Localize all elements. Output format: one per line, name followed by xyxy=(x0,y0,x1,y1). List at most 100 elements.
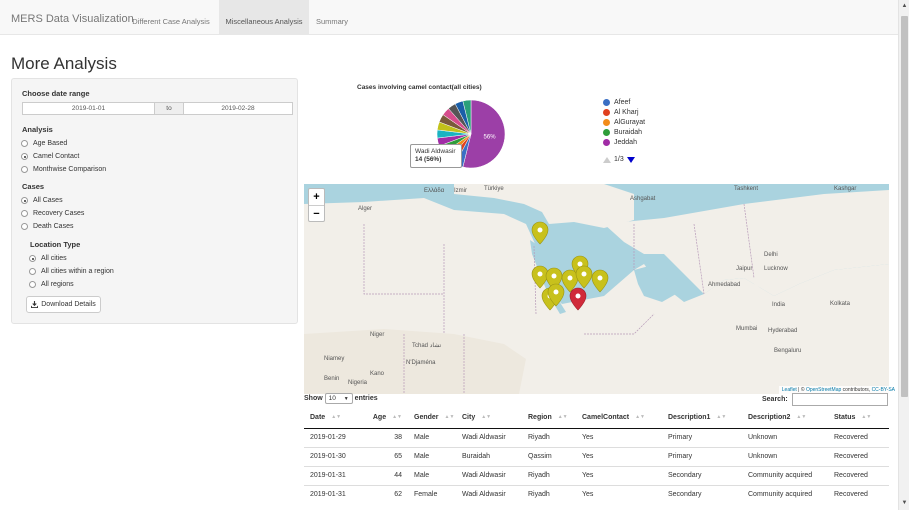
zoom-in-button[interactable]: + xyxy=(309,189,324,205)
legend-item[interactable]: Buraidah xyxy=(603,128,642,137)
date-separator: to xyxy=(155,102,183,115)
page-size-select[interactable]: 10 ▼ xyxy=(324,393,353,404)
table-row[interactable]: 2019-01-31 44 Male Wadi Aldwasir Riyadh … xyxy=(304,465,889,485)
sort-icon[interactable]: ▲▼ xyxy=(558,414,568,420)
marker-red[interactable] xyxy=(569,287,587,311)
col-header-description1[interactable]: Description1 ▲▼ xyxy=(662,408,742,429)
legend-prev-icon[interactable] xyxy=(603,156,611,163)
cell-date: 2019-01-30 xyxy=(304,446,368,466)
cell-status: Recovered xyxy=(828,465,889,485)
date-to-input[interactable]: 2019-02-28 xyxy=(183,102,293,115)
radio-label: Camel Contact xyxy=(33,153,80,160)
legend-item[interactable]: AlGurayat xyxy=(603,118,645,127)
legend-item[interactable]: Al Kharj xyxy=(603,108,639,117)
sort-icon[interactable]: ▲▼ xyxy=(481,414,491,420)
page-size-value: 10 xyxy=(328,395,336,402)
page-title: More Analysis xyxy=(11,54,117,73)
legend-item[interactable]: Jeddah xyxy=(603,138,637,147)
col-header-gender[interactable]: Gender ▲▼ xyxy=(408,408,456,429)
cell-region: Riyadh xyxy=(522,484,576,504)
radio-label: Age Based xyxy=(33,140,68,147)
col-header-region[interactable]: Region ▲▼ xyxy=(522,408,576,429)
col-header-description2[interactable]: Description2 ▲▼ xyxy=(742,408,828,429)
col-header-camelcontact[interactable]: CamelContact ▲▼ xyxy=(576,408,662,429)
radio-monthwise-comparison[interactable]: Monthwise Comparison xyxy=(21,164,106,175)
marker-yellow[interactable] xyxy=(531,221,549,245)
sort-icon[interactable]: ▲▼ xyxy=(392,414,402,420)
radio-all-cases[interactable]: All Cases xyxy=(21,195,63,206)
scroll-thumb[interactable] xyxy=(901,16,908,397)
analysis-label: Analysis xyxy=(22,125,53,134)
cell-camelcontact: Yes xyxy=(576,427,662,447)
cell-region: Qassim xyxy=(522,446,576,466)
col-header-date[interactable]: Date ▲▼ xyxy=(304,408,368,429)
cell-camelcontact: Yes xyxy=(576,465,662,485)
zoom-out-button[interactable]: − xyxy=(309,205,324,221)
legend-page-text: 1/3 xyxy=(614,156,624,163)
download-details-button[interactable]: Download Details xyxy=(26,296,101,313)
sort-icon[interactable]: ▲▼ xyxy=(716,414,726,420)
radio-checked-icon[interactable] xyxy=(29,255,36,262)
brand-title[interactable]: MERS Data Visualization xyxy=(11,13,134,25)
radio-icon[interactable] xyxy=(21,210,28,217)
col-header-city[interactable]: City ▲▼ xyxy=(456,408,522,429)
show-label: Show xyxy=(304,395,323,402)
sort-icon[interactable]: ▲▼ xyxy=(861,414,871,420)
legend-dot-icon xyxy=(603,129,610,136)
radio-icon[interactable] xyxy=(21,140,28,147)
radio-death-cases[interactable]: Death Cases xyxy=(21,221,73,232)
cell-description1: Primary xyxy=(662,427,742,447)
radio-icon[interactable] xyxy=(21,223,28,230)
cell-status: Recovered xyxy=(828,484,889,504)
marker-yellow[interactable] xyxy=(531,265,549,289)
page-scrollbar[interactable]: ▲ ▼ xyxy=(898,0,909,510)
table-row[interactable]: 2019-01-30 65 Male Buraidah Qassim Yes P… xyxy=(304,446,889,466)
legend-label: Al Kharj xyxy=(614,109,639,116)
tooltip-value: 14 (56%) xyxy=(415,156,442,163)
cell-description2: Unknown xyxy=(742,427,828,447)
navbar: MERS Data Visualization Different Case A… xyxy=(0,0,898,35)
search-input[interactable] xyxy=(791,393,888,406)
tab-miscellaneous-analysis[interactable]: Miscellaneous Analysis xyxy=(219,0,309,35)
radio-icon[interactable] xyxy=(21,166,28,173)
map-markers[interactable] xyxy=(304,184,889,394)
radio-recovery-cases[interactable]: Recovery Cases xyxy=(21,208,84,219)
sidebar-panel: Choose date range 2019-01-01 to 2019-02-… xyxy=(11,78,298,324)
pie-slice-label: 56% xyxy=(484,134,497,140)
date-from-input[interactable]: 2019-01-01 xyxy=(22,102,155,115)
map[interactable]: Alger Niger Tchad تشاد Kano Benin Nigeri… xyxy=(304,184,889,394)
sort-icon[interactable]: ▲▼ xyxy=(445,414,455,420)
marker-yellow[interactable] xyxy=(575,265,593,289)
tab-summary[interactable]: Summary xyxy=(310,0,354,35)
sort-icon[interactable]: ▲▼ xyxy=(635,414,645,420)
radio-camel-contact[interactable]: Camel Contact xyxy=(21,151,79,162)
sort-icon[interactable]: ▲▼ xyxy=(796,414,806,420)
table-row[interactable]: 2019-01-31 62 Female Wadi Aldwasir Riyad… xyxy=(304,484,889,504)
radio-age-based[interactable]: Age Based xyxy=(21,138,67,149)
tab-different-case-analysis[interactable]: Different Case Analysis xyxy=(125,0,217,35)
radio-checked-icon[interactable] xyxy=(21,197,28,204)
col-header-age[interactable]: Age ▲▼ xyxy=(368,408,408,429)
radio-all-cities[interactable]: All cities xyxy=(29,253,67,264)
radio-icon[interactable] xyxy=(29,281,36,288)
radio-all-cities-within-region[interactable]: All cities within a region xyxy=(29,266,114,277)
radio-checked-icon[interactable] xyxy=(21,153,28,160)
radio-icon[interactable] xyxy=(29,268,36,275)
col-header-status[interactable]: Status ▲▼ xyxy=(828,408,889,429)
map-zoom-control[interactable]: + − xyxy=(308,188,325,222)
legend-dot-icon xyxy=(603,119,610,126)
table-row[interactable]: 2019-01-29 38 Male Wadi Aldwasir Riyadh … xyxy=(304,427,889,447)
legend-item[interactable]: Afeef xyxy=(603,98,630,107)
scroll-up-arrow-icon[interactable]: ▲ xyxy=(899,1,909,12)
radio-all-regions[interactable]: All regions xyxy=(29,279,74,290)
legend-next-icon[interactable] xyxy=(626,156,635,163)
cell-date: 2019-01-31 xyxy=(304,484,368,504)
marker-yellow[interactable] xyxy=(591,269,609,293)
sort-icon[interactable]: ▲▼ xyxy=(331,414,341,420)
cell-description2: Community acquired xyxy=(742,484,828,504)
scroll-down-arrow-icon[interactable]: ▼ xyxy=(899,498,909,509)
cell-city: Wadi Aldwasir xyxy=(456,465,522,485)
legend-pager: 1/3 xyxy=(603,156,635,163)
cell-date: 2019-01-29 xyxy=(304,427,368,447)
radio-label: All regions xyxy=(41,281,74,288)
